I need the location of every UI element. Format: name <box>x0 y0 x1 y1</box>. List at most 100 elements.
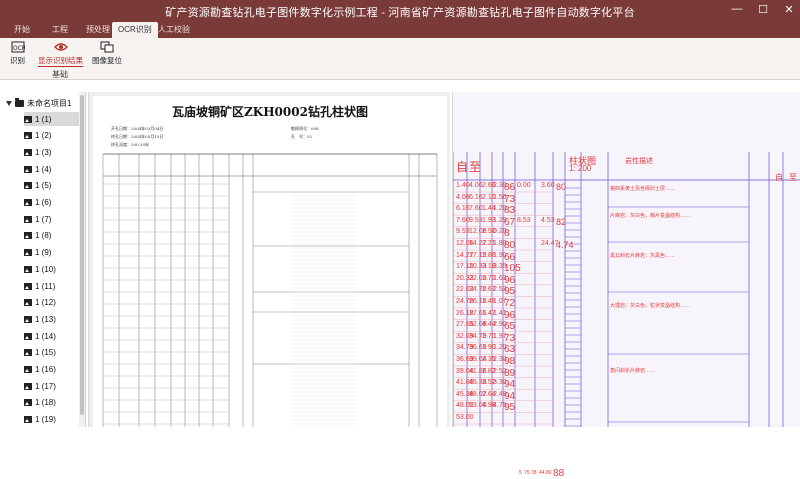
tree-item[interactable]: 1 (10) <box>24 262 80 276</box>
ocr-cell: 83 <box>504 205 516 217</box>
tree-item-label: 1 (1) <box>35 114 52 124</box>
expand-arrow-icon[interactable] <box>6 101 12 106</box>
image-icon <box>24 349 32 357</box>
ocr-cell: 4.53 <box>541 216 555 224</box>
ocr-cell: 72 <box>504 298 516 309</box>
tree-item-label: 1 (2) <box>35 131 52 141</box>
ribbon-tabs: 开始 工程 预处理 OCR识别 人工校验 <box>0 22 800 38</box>
ocr-header-description: 岩性描述 <box>625 158 653 165</box>
ocr-cell: 65 <box>504 321 516 333</box>
title-bar: 矿产资源勘查钻孔电子图件数字化示例工程 - 河南省矿产资源勘查钻孔电子图件自动数… <box>0 0 800 22</box>
ocr-header-far-from: 自 <box>775 173 783 182</box>
tree-item[interactable]: 1 (8) <box>24 229 80 243</box>
image-icon <box>24 265 32 273</box>
image-icon <box>24 399 32 407</box>
tree-item-label: 1 (12) <box>35 298 56 308</box>
reset-image-icon <box>100 41 114 53</box>
tree-item[interactable]: 1 (18) <box>24 396 80 410</box>
ocr-result-pane[interactable]: 自 至 柱状图 1: 200 岩性描述 自 至 1.40 4.06 2.66 2.30… <box>452 92 800 479</box>
show-results-button[interactable]: 显示识别结果 <box>38 41 83 67</box>
tree-item-label: 1 (15) <box>35 348 56 358</box>
tree-root[interactable]: 未命名项目1 <box>6 98 71 109</box>
recognize-button[interactable]: OCR 识别 <box>10 41 25 66</box>
tree-item-label: 1 (16) <box>35 365 56 374</box>
image-icon <box>24 165 32 173</box>
ocr-side-value: 5 <box>519 470 522 476</box>
maximize-button[interactable]: ☐ <box>756 3 770 16</box>
close-button[interactable]: ✕ <box>782 3 796 16</box>
tree-item-label: 1 (9) <box>35 248 52 258</box>
image-icon <box>24 282 32 290</box>
tree-item-label: 1 (8) <box>35 231 52 241</box>
tab-manual-check[interactable]: 人工校验 <box>152 22 196 38</box>
recognize-label: 识别 <box>10 56 25 65</box>
tree-item[interactable]: 1 (16) <box>24 363 80 377</box>
ocr-cell: 80 <box>504 240 516 251</box>
ocr-cell: 6.16 <box>469 193 483 201</box>
ocr-cell: 73 <box>504 332 516 344</box>
ocr-cell: 9.53 <box>469 216 483 224</box>
tree-item[interactable]: 1 (11) <box>24 279 80 293</box>
tree-item[interactable]: 1 (1) <box>24 112 80 126</box>
tree-item-label: 1 (19) <box>35 415 56 425</box>
ocr-cell: 4.74 <box>556 240 574 250</box>
ocr-cell: 82 <box>556 216 567 227</box>
reset-image-button[interactable]: 图像复位 <box>92 41 122 66</box>
project-tree[interactable]: 未命名项目1 1 (1) 1 (2) 1 (3) 1 (4) 1 (5) 1 (6) 1 (… <box>0 92 86 427</box>
window-controls: — ☐ ✕ <box>730 3 796 16</box>
tree-item-label: 1 (3) <box>35 147 52 157</box>
image-icon <box>24 215 32 223</box>
ocr-cell: 8 <box>504 228 510 240</box>
ocr-header-scale: 1: 200 <box>569 164 592 173</box>
tab-preprocess[interactable]: 预处理 <box>80 22 116 38</box>
ocr-cell: 6.16 <box>456 205 470 213</box>
tab-ocr[interactable]: OCR识别 <box>112 22 158 38</box>
ocr-cell: 1.40 <box>456 182 470 189</box>
tree-item[interactable]: 1 (4) <box>24 162 80 176</box>
tree-item[interactable]: 1 (3) <box>24 145 80 159</box>
tree-item[interactable]: 1 (14) <box>24 329 80 343</box>
ribbon-group-label: 基础 <box>52 70 68 79</box>
tree-item[interactable]: 1 (6) <box>24 196 80 210</box>
image-icon <box>24 115 32 123</box>
ocr-side-value: 44.80 <box>539 470 552 476</box>
ocr-description-text: 角闪斜长片麻岩…… <box>610 368 656 374</box>
tree-item[interactable]: 1 (17) <box>24 379 80 393</box>
ocr-cell: 73 <box>504 193 516 205</box>
tree-scrollbar[interactable] <box>79 92 85 427</box>
tree-item-label: 1 (5) <box>35 181 52 191</box>
ocr-cell: 3.60 <box>541 182 555 189</box>
ocr-cell: 66 <box>504 251 516 263</box>
original-image-pane[interactable]: 瓦庙坡铜矿区ZKH0002钻孔柱状图 开孔日期：2004年03月04日 终孔日期… <box>88 92 450 427</box>
tree-root-label: 未命名项目1 <box>27 99 72 108</box>
tree-item[interactable]: 1 (5) <box>24 179 80 193</box>
tree-item[interactable]: 1 (19) <box>24 413 80 427</box>
tree-item[interactable]: 1 (2) <box>24 129 80 143</box>
scanned-document: 瓦庙坡铜矿区ZKH0002钻孔柱状图 开孔日期：2004年03月04日 终孔日期… <box>93 96 447 427</box>
tab-start[interactable]: 开始 <box>8 22 36 38</box>
tree-item[interactable]: 1 (9) <box>24 246 80 260</box>
ribbon-panel: OCR 识别 显示识别结果 图像复位 基础 <box>0 38 800 80</box>
ocr-cell: 63 <box>504 344 516 356</box>
image-icon <box>24 332 32 340</box>
ocr-cell: 8.53 <box>517 216 531 224</box>
ocr-cell: 4.06 <box>469 182 483 189</box>
ocr-header-to: 至 <box>469 160 482 174</box>
tree-item[interactable]: 1 (7) <box>24 212 80 226</box>
tab-project[interactable]: 工程 <box>46 22 74 38</box>
ocr-header-far-to: 至 <box>789 173 797 182</box>
minimize-button[interactable]: — <box>730 3 744 16</box>
image-icon <box>24 148 32 156</box>
image-icon <box>24 182 32 190</box>
tree-item[interactable]: 1 (15) <box>24 346 80 360</box>
tree-item-label: 1 (11) <box>35 281 56 291</box>
ocr-cell: 94 <box>504 390 516 402</box>
image-icon <box>24 132 32 140</box>
image-icon <box>24 382 32 390</box>
scrollbar-thumb[interactable] <box>80 95 84 415</box>
ocr-cell: 86 <box>504 182 516 193</box>
image-icon <box>24 199 32 206</box>
tree-item[interactable]: 1 (13) <box>24 312 80 326</box>
ocr-description-text: 片麻岩：灰白色，鳞片变晶结构…… <box>610 213 691 219</box>
tree-item[interactable]: 1 (12) <box>24 296 80 310</box>
